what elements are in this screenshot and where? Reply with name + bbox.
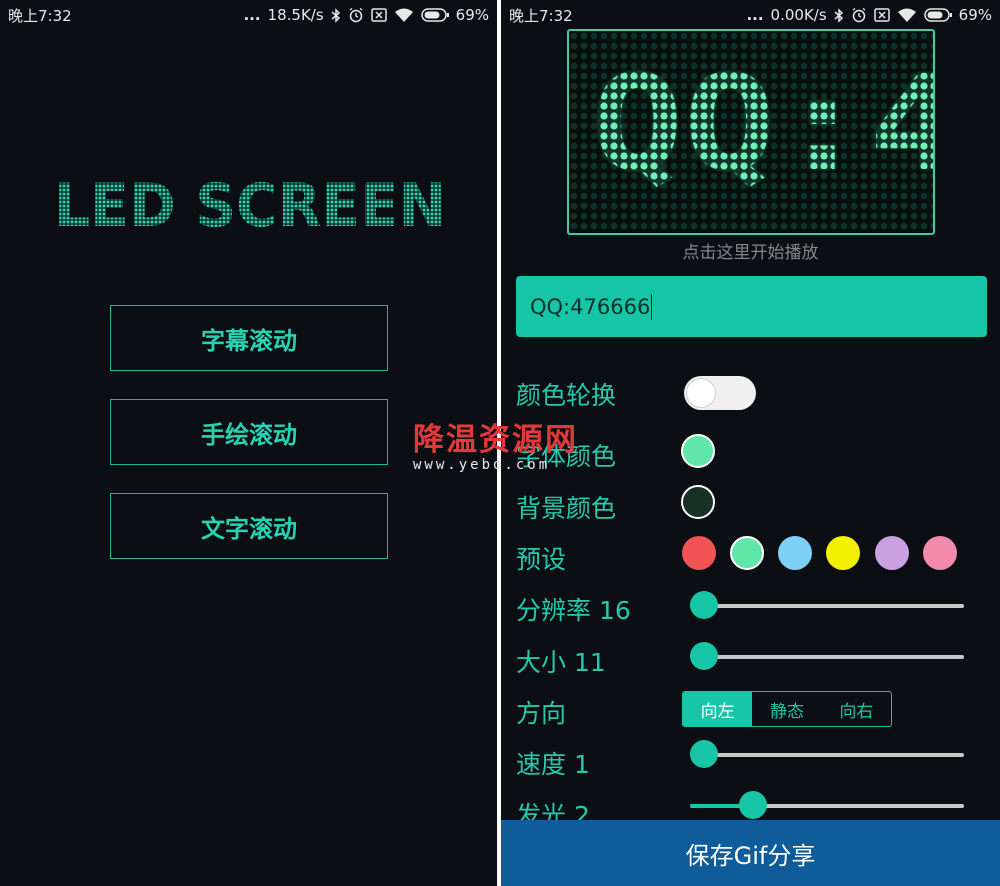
status-icons: ... 18.5K/s 69%	[243, 6, 489, 24]
no-sim-icon	[370, 8, 387, 22]
speed-label: 速度 1	[516, 750, 590, 779]
text-scroll-button[interactable]: 文字滚动	[110, 493, 388, 559]
more-dots-icon: ...	[243, 6, 261, 24]
resolution-label: 分辨率 16	[516, 596, 631, 625]
speed-slider[interactable]	[690, 740, 964, 770]
status-time: 晚上7:32	[8, 6, 72, 25]
status-icons: ... 0.00K/s 69%	[746, 6, 992, 24]
direction-left-option[interactable]: 向左	[683, 692, 753, 726]
right-screen: 晚上7:32 ... 0.00K/s 69% QQ:4 QQ:4 点击这里开始播…	[501, 0, 1000, 886]
wifi-icon	[394, 8, 414, 23]
text-caret	[651, 293, 653, 320]
resolution-slider[interactable]	[690, 591, 964, 621]
network-speed: 18.5K/s	[267, 6, 324, 24]
direction-segmented-control: 向左 静态 向右	[682, 691, 892, 727]
slider-thumb[interactable]	[739, 791, 768, 819]
bluetooth-icon	[331, 7, 341, 23]
status-bar: 晚上7:32 ... 0.00K/s 69%	[501, 0, 1000, 30]
alarm-icon	[348, 7, 364, 23]
no-sim-icon	[873, 8, 890, 22]
preset-yellow-swatch[interactable]	[826, 536, 860, 570]
subtitle-scroll-button[interactable]: 字幕滚动	[110, 305, 388, 371]
color-cycle-toggle[interactable]	[684, 376, 756, 410]
preset-blue-swatch[interactable]	[778, 536, 812, 570]
preset-red-swatch[interactable]	[682, 536, 716, 570]
font-color-swatch[interactable]	[681, 434, 715, 468]
more-dots-icon: ...	[746, 6, 764, 24]
battery-percent: 69%	[455, 6, 489, 24]
direction-right-option[interactable]: 向右	[822, 692, 891, 726]
status-time: 晚上7:32	[509, 6, 573, 25]
status-bar: 晚上7:32 ... 18.5K/s 69%	[0, 0, 497, 30]
size-slider[interactable]	[690, 642, 964, 672]
led-preview-panel[interactable]: QQ:4 QQ:4	[567, 29, 935, 235]
direction-label: 方向	[516, 699, 567, 728]
font-color-label: 字体颜色	[516, 442, 617, 471]
hand-draw-scroll-button[interactable]: 手绘滚动	[110, 399, 388, 465]
led-text-value: QQ:476666	[530, 294, 651, 319]
glow-slider[interactable]	[690, 791, 964, 821]
toggle-knob	[686, 378, 716, 408]
slider-thumb[interactable]	[690, 642, 718, 670]
led-text-input[interactable]: QQ:476666	[516, 276, 987, 337]
play-hint[interactable]: 点击这里开始播放	[501, 238, 1000, 263]
left-screen: 晚上7:32 ... 18.5K/s 69% LED SCREEN 字幕滚动 手…	[0, 0, 497, 886]
bluetooth-icon	[834, 7, 844, 23]
direction-static-option[interactable]: 静态	[752, 692, 821, 726]
preset-label: 预设	[516, 545, 567, 574]
app-logo: LED SCREEN	[50, 168, 450, 241]
preset-purple-swatch[interactable]	[875, 536, 909, 570]
preset-pink-swatch[interactable]	[923, 536, 957, 570]
led-preview-text: QQ:4	[591, 47, 933, 201]
battery-icon	[923, 8, 952, 22]
slider-track	[690, 753, 964, 757]
slider-thumb[interactable]	[690, 740, 718, 768]
size-label: 大小 11	[516, 648, 606, 677]
preset-green-swatch[interactable]	[730, 536, 764, 570]
alarm-icon	[851, 7, 867, 23]
battery-percent: 69%	[958, 6, 992, 24]
wifi-icon	[897, 8, 917, 23]
bg-color-label: 背景颜色	[516, 494, 617, 523]
bg-color-swatch[interactable]	[681, 485, 715, 519]
slider-track	[690, 604, 964, 608]
battery-icon	[420, 8, 449, 22]
slider-track	[690, 655, 964, 659]
save-gif-share-button[interactable]: 保存Gif分享	[501, 820, 1000, 886]
app-logo-text: LED SCREEN	[54, 171, 446, 238]
network-speed: 0.00K/s	[770, 6, 827, 24]
slider-thumb[interactable]	[690, 591, 718, 619]
color-cycle-label: 颜色轮换	[516, 381, 617, 410]
